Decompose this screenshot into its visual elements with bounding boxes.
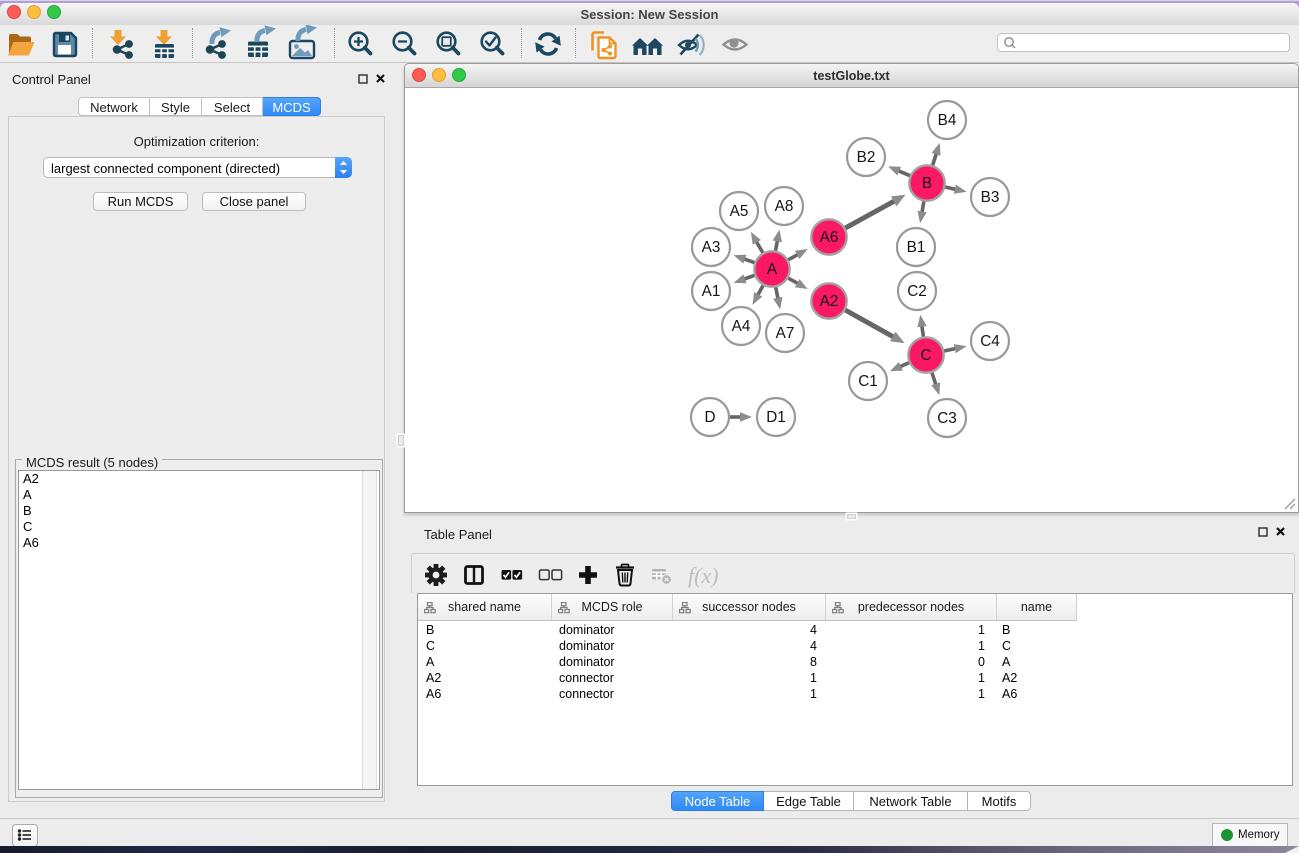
svg-text:A5: A5	[730, 203, 749, 220]
svg-text:A3: A3	[702, 239, 721, 256]
svg-text:A2: A2	[820, 293, 839, 310]
svg-text:B3: B3	[981, 189, 1000, 206]
svg-text:B4: B4	[938, 112, 957, 129]
svg-text:A4: A4	[732, 318, 751, 335]
svg-text:C1: C1	[858, 373, 878, 390]
svg-text:C4: C4	[980, 333, 1000, 350]
svg-text:A7: A7	[776, 325, 795, 342]
svg-text:A: A	[767, 261, 778, 278]
svg-text:A6: A6	[820, 229, 839, 246]
svg-text:B1: B1	[907, 239, 926, 256]
svg-text:C: C	[920, 347, 931, 364]
svg-text:D1: D1	[766, 409, 786, 426]
svg-text:C3: C3	[937, 410, 957, 427]
svg-text:A8: A8	[775, 198, 794, 215]
svg-text:f(x): f(x)	[688, 563, 719, 588]
svg-text:C2: C2	[907, 283, 927, 300]
svg-text:D: D	[704, 409, 715, 426]
svg-text:A1: A1	[702, 283, 721, 300]
svg-text:B: B	[922, 175, 932, 192]
svg-text:B2: B2	[857, 149, 876, 166]
